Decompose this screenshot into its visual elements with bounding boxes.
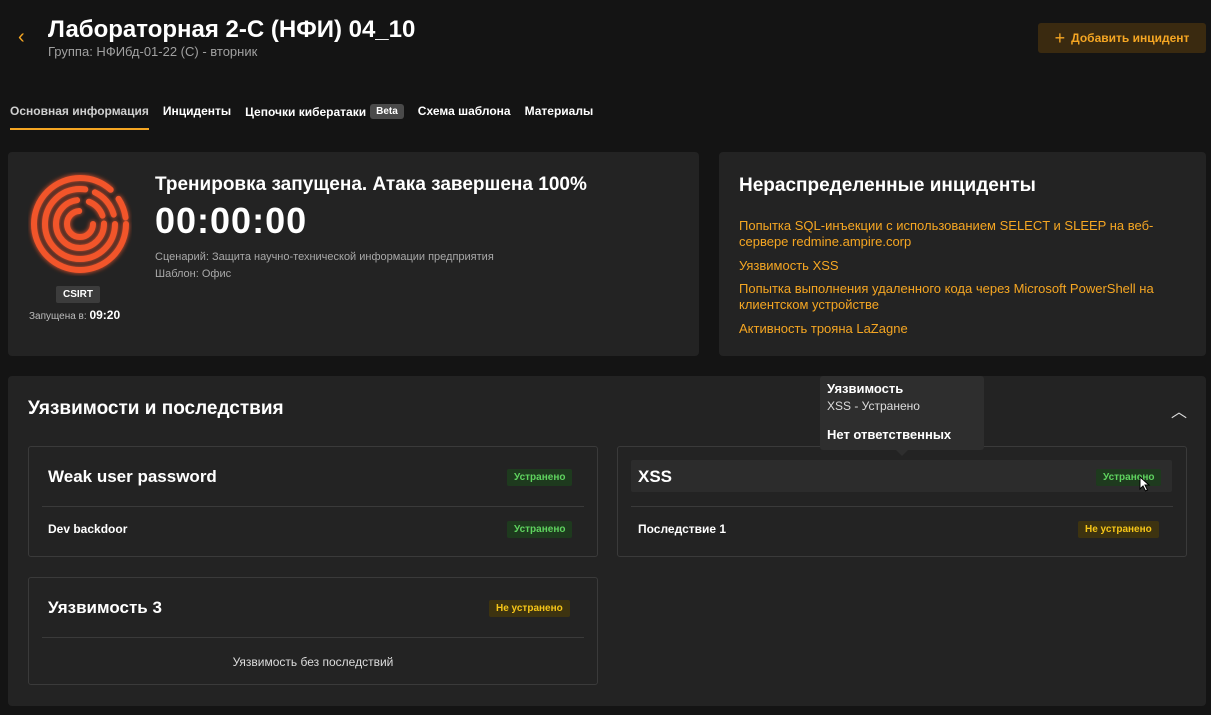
tab-label: Цепочки кибератаки xyxy=(245,104,367,119)
tab-template-scheme[interactable]: Схема шаблона xyxy=(418,104,511,128)
vulnerabilities-title: Уязвимости и последствия xyxy=(28,398,284,419)
tooltip-arrow xyxy=(896,450,908,456)
tooltip-line: XSS - Устранено xyxy=(827,399,920,413)
consequence-name: Dev backdoor xyxy=(48,522,128,536)
vulnerability-header-hover[interactable] xyxy=(631,460,1172,492)
tooltip-owner: Нет ответственных xyxy=(827,427,952,442)
consequence-name: Последствие 1 xyxy=(638,522,727,536)
tab-incidents[interactable]: Инциденты xyxy=(163,104,231,128)
started-label: Запущена в: xyxy=(29,311,87,322)
tab-materials[interactable]: Материалы xyxy=(525,104,594,128)
divider xyxy=(631,506,1173,507)
tab-label: Основная информация xyxy=(10,104,149,118)
vulnerability-box xyxy=(28,446,598,557)
chevron-up-icon[interactable]: ︿ xyxy=(1171,398,1187,422)
incident-link[interactable]: Активность трояна LaZagne xyxy=(739,321,1189,337)
vulnerability-tooltip: Уязвимость XSS - Устранено Нет ответстве… xyxy=(820,376,984,456)
tab-attack-chains[interactable]: Цепочки кибератаки Beta xyxy=(245,104,404,129)
training-status: Тренировка запущена. Атака завершена 100… xyxy=(155,174,587,195)
incident-link[interactable]: Попытка SQL-инъекции с использованием SE… xyxy=(739,218,1189,250)
mouse-cursor-icon xyxy=(1139,476,1151,492)
started-time: 09:20 xyxy=(89,308,121,322)
page-subtitle: Группа: НФИбд-01-22 (С) - вторник xyxy=(48,44,258,59)
status-badge: Не устранено xyxy=(489,600,570,617)
add-incident-label: Добавить инцидент xyxy=(1071,31,1190,45)
started-at: Запущена в: 09:20 xyxy=(29,308,120,322)
role-badge: CSIRT xyxy=(56,286,100,303)
incident-link[interactable]: Попытка выполнения удаленного кода через… xyxy=(739,281,1189,313)
status-badge: Устранено xyxy=(1096,469,1162,486)
template-text: Шаблон: Офис xyxy=(155,268,232,280)
status-badge: Устранено xyxy=(507,521,573,538)
divider xyxy=(42,506,584,507)
tab-label: Схема шаблона xyxy=(417,104,511,118)
status-badge: Устранено xyxy=(507,469,573,486)
beta-badge: Beta xyxy=(370,104,404,119)
page-header: ‹ Лабораторная 2-С (НФИ) 04_10 Группа: Н… xyxy=(0,0,1211,92)
timer: 00:00:00 xyxy=(155,200,308,241)
tab-label: Материалы xyxy=(524,104,594,118)
vulnerability-name: Weak user password xyxy=(48,467,217,486)
vulnerability-name: Уязвимость 3 xyxy=(48,598,162,617)
vulnerability-name: XSS xyxy=(638,467,673,486)
tab-bar: Основная информация Инциденты Цепочки ки… xyxy=(10,104,593,132)
tab-label: Инциденты xyxy=(162,104,232,118)
scenario-text: Сценарий: Защита научно-технической инфо… xyxy=(155,251,494,263)
tooltip-title: Уязвимость xyxy=(827,381,904,396)
divider xyxy=(42,637,584,638)
no-consequences-text: Уязвимость без последствий xyxy=(232,655,394,669)
plus-icon: + xyxy=(1054,28,1066,48)
incident-link[interactable]: Уязвимость XSS xyxy=(739,258,1189,274)
page-title: Лабораторная 2-С (НФИ) 04_10 xyxy=(48,16,416,43)
add-incident-button[interactable]: + Добавить инцидент xyxy=(1038,23,1206,53)
tab-main-info[interactable]: Основная информация xyxy=(10,104,149,130)
incidents-title: Нераспределенные инциденты xyxy=(739,175,1036,196)
status-badge: Не устранено xyxy=(1078,521,1159,538)
target-logo-icon xyxy=(31,175,129,273)
chevron-left-icon[interactable]: ‹ xyxy=(18,26,25,49)
